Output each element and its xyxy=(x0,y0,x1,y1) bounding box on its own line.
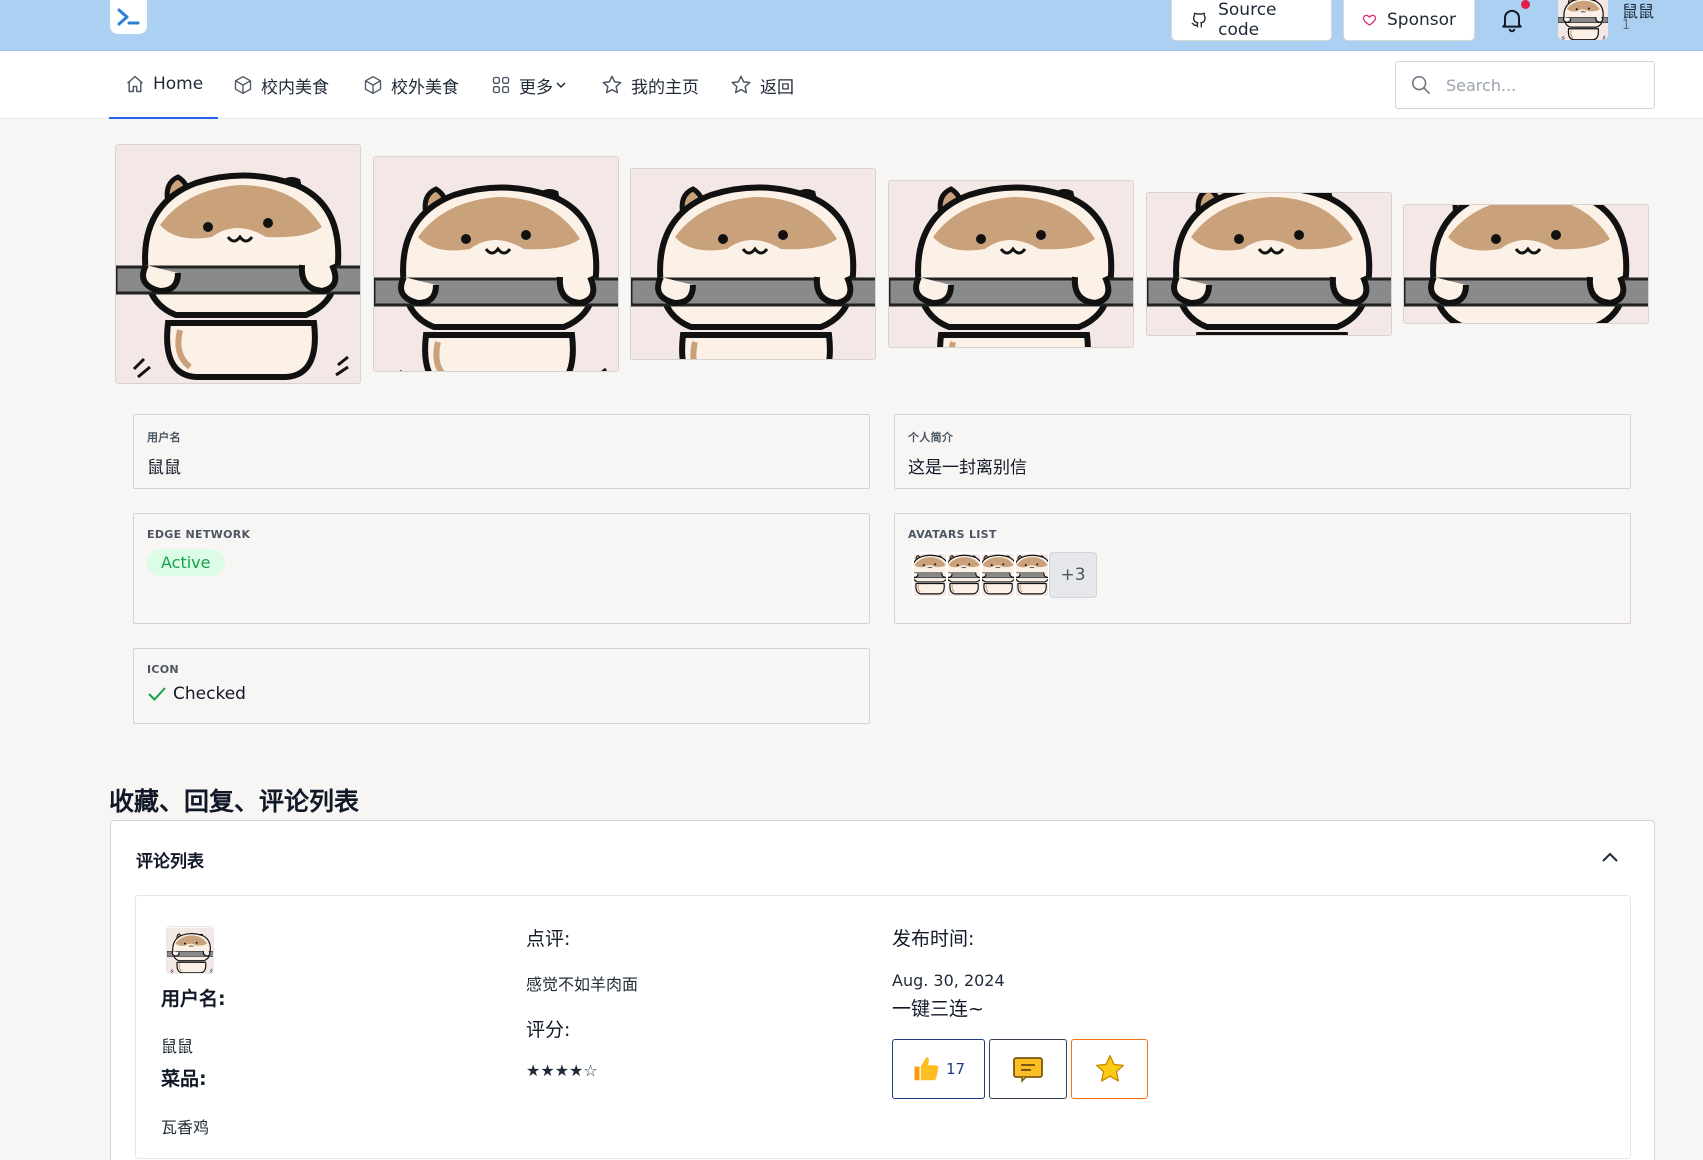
nav-bar: Home 校内美食 校外美食 更多 我的主页 返回 xyxy=(0,51,1703,119)
comments-panel-title[interactable]: 评论列表 xyxy=(136,847,204,872)
comment-button[interactable] xyxy=(989,1039,1067,1099)
nav-more-label: 更多 xyxy=(519,77,553,98)
comment-review-value: 感觉不如羊肉面 xyxy=(526,975,639,994)
status-badge: Active xyxy=(147,549,225,576)
search-box[interactable] xyxy=(1395,61,1655,109)
nav-my-homepage[interactable]: 我的主页 xyxy=(601,51,699,119)
nav-my-homepage-label: 我的主页 xyxy=(631,77,699,98)
search-input[interactable] xyxy=(1446,75,1636,95)
more-avatars-count[interactable]: +3 xyxy=(1049,552,1097,598)
avatars-list-label: AVATARS LIST xyxy=(908,528,997,541)
github-icon xyxy=(1191,12,1206,28)
checked-status: Checked xyxy=(147,684,856,704)
source-code-button[interactable]: Source code xyxy=(1171,0,1332,41)
nav-home[interactable]: Home xyxy=(109,51,218,119)
comment-time-value: Aug. 30, 2024 xyxy=(892,971,1005,990)
user-sub: 1 xyxy=(1622,18,1631,33)
gallery-image[interactable] xyxy=(1403,204,1649,324)
avatar[interactable] xyxy=(980,552,1016,598)
icon-card-label: ICON xyxy=(147,663,179,676)
nav-more-dropdown[interactable]: 更多 xyxy=(491,51,567,119)
chevron-down-icon xyxy=(556,82,566,89)
top-bar: Source code Sponsor 鼠鼠 1 xyxy=(0,0,1703,51)
comment-time-label: 发布时间: xyxy=(892,928,975,950)
app-logo[interactable] xyxy=(110,0,147,34)
comment-rating-label: 评分: xyxy=(526,1019,571,1041)
star-icon xyxy=(1095,1055,1124,1082)
sponsor-button[interactable]: Sponsor xyxy=(1343,0,1475,41)
nav-back[interactable]: 返回 xyxy=(730,51,794,119)
comment-dish-value: 瓦香鸡 xyxy=(161,1118,210,1137)
nav-offcampus-food[interactable]: 校外美食 xyxy=(363,51,459,119)
comment-rating-value: ★★★★☆ xyxy=(526,1061,598,1080)
check-icon xyxy=(148,687,166,701)
star-icon xyxy=(731,75,751,94)
comment-review-label: 点评: xyxy=(526,928,571,950)
section-title: 收藏、回复、评论列表 xyxy=(109,787,360,816)
avatar[interactable] xyxy=(166,926,214,974)
favorite-button[interactable] xyxy=(1071,1039,1148,1099)
heart-icon xyxy=(1362,14,1377,26)
nav-back-label: 返回 xyxy=(760,77,794,98)
avatar-group: +3 xyxy=(912,552,1617,598)
notification-dot xyxy=(1521,0,1530,9)
nav-home-label: Home xyxy=(153,74,204,94)
bell-icon[interactable] xyxy=(1498,4,1526,34)
sponsor-label: Sponsor xyxy=(1386,10,1456,30)
comments-panel: 评论列表 用户名: 鼠鼠 菜品: 瓦香鸡 点评: 感觉不如羊肉面 评分: ★★★… xyxy=(110,820,1655,1160)
comment-username-label: 用户名: xyxy=(161,988,226,1010)
gallery-image[interactable] xyxy=(888,180,1134,348)
source-code-label: Source code xyxy=(1218,0,1277,40)
gallery-image[interactable] xyxy=(630,168,876,360)
avatar[interactable] xyxy=(1014,552,1050,598)
nav-campus-food[interactable]: 校内美食 xyxy=(233,51,329,119)
comment-dish-label: 菜品: xyxy=(161,1068,207,1090)
avatar[interactable] xyxy=(946,552,982,598)
grid-icon xyxy=(492,76,510,94)
edge-network-label: EDGE NETWORK xyxy=(147,528,251,541)
comment-card: 用户名: 鼠鼠 菜品: 瓦香鸡 点评: 感觉不如羊肉面 评分: ★★★★☆ 发布… xyxy=(135,895,1631,1159)
comment-icon xyxy=(1013,1057,1043,1083)
like-count: 17 xyxy=(945,1060,966,1078)
bio-card-label: 个人简介 xyxy=(908,431,954,444)
avatar[interactable] xyxy=(1558,0,1608,40)
avatar[interactable] xyxy=(912,552,948,598)
gallery-image[interactable] xyxy=(373,156,619,372)
checked-label: Checked xyxy=(173,684,246,704)
chevron-up-icon[interactable] xyxy=(1599,847,1621,869)
triple-action-label: 一键三连~ xyxy=(892,998,984,1020)
star-icon xyxy=(602,75,622,94)
bio-card: 个人简介 这是一封离别信 xyxy=(894,414,1631,489)
nav-offcampus-food-label: 校外美食 xyxy=(391,77,459,98)
cube-icon xyxy=(364,76,382,95)
search-icon xyxy=(1411,75,1431,95)
avatars-list-card: AVATARS LIST +3 xyxy=(894,513,1631,624)
edge-network-card: EDGE NETWORK Active xyxy=(133,513,870,624)
like-button[interactable]: 17 xyxy=(892,1039,985,1099)
bio-card-value: 这是一封离别信 xyxy=(908,458,1027,478)
comment-username-value: 鼠鼠 xyxy=(161,1037,194,1056)
terminal-icon xyxy=(117,8,139,26)
cube-icon xyxy=(234,76,252,95)
home-icon xyxy=(127,75,143,93)
nav-campus-food-label: 校内美食 xyxy=(261,77,329,98)
username-card-value: 鼠鼠 xyxy=(147,458,181,478)
thumbs-up-icon xyxy=(914,1057,939,1081)
icon-card: ICON Checked xyxy=(133,648,870,724)
username-card: 用户名 鼠鼠 xyxy=(133,414,870,489)
gallery-image[interactable] xyxy=(1146,192,1392,336)
username-card-label: 用户名 xyxy=(147,431,181,444)
gallery-image[interactable] xyxy=(115,144,361,384)
